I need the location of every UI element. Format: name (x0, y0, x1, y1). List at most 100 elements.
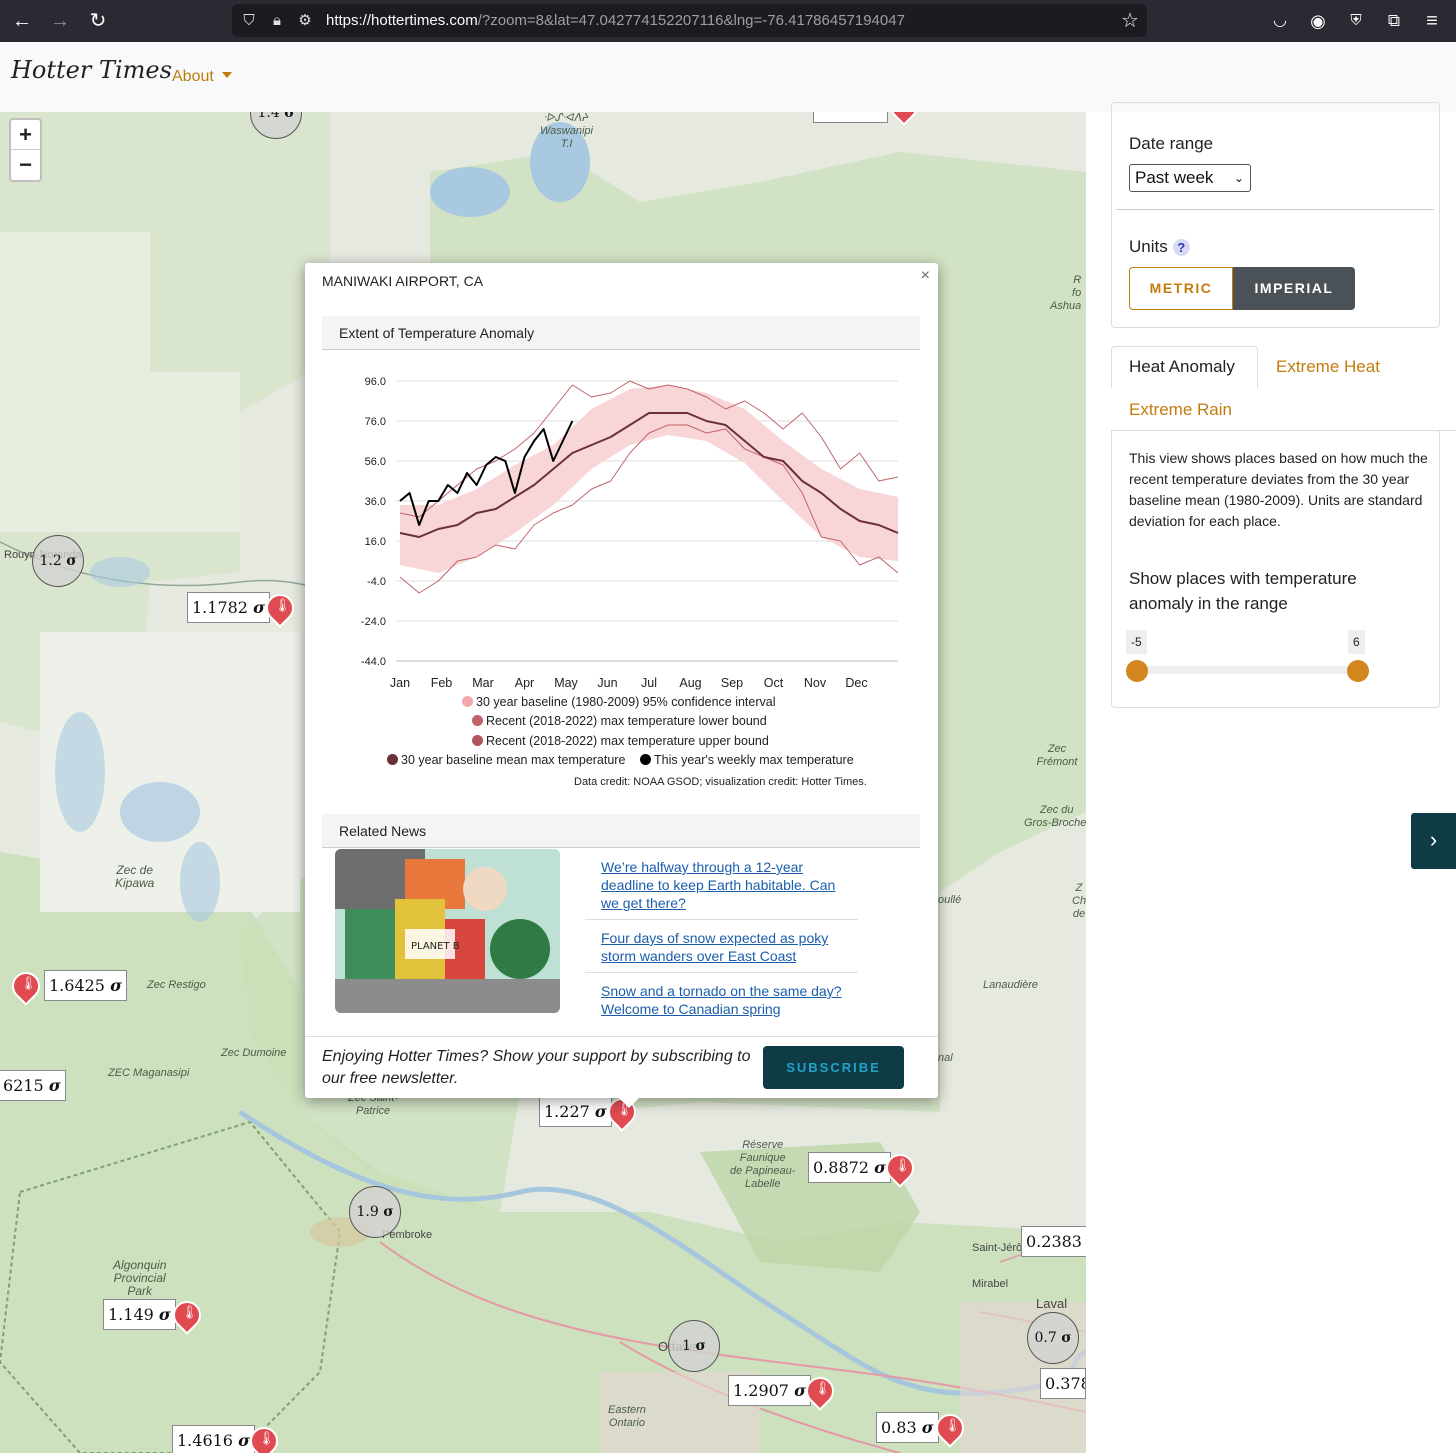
url-host: https://hottertimes.com (326, 12, 478, 29)
sigma-symbol: σ (383, 1204, 394, 1220)
lock-icon[interactable]: 🔒︎ (268, 12, 286, 30)
news-link-1[interactable]: We’re halfway through a 12-year deadline… (601, 858, 851, 912)
x-tick-label: Jun (597, 676, 617, 690)
map-label-oulle: oullé (938, 894, 962, 906)
marker-label[interactable]: 1.6425 σ (44, 970, 127, 1001)
newsletter-text: Enjoying Hotter Times? Show your support… (322, 1048, 751, 1087)
tab-extreme-heat[interactable]: Extreme Heat (1276, 357, 1380, 377)
marker-label[interactable]: 0.8872 σ (808, 1152, 891, 1183)
cluster-marker[interactable]: 1 σ (668, 1320, 720, 1372)
range-max-handle[interactable] (1347, 660, 1369, 682)
legend-ci-dot (462, 696, 473, 707)
about-label: About (172, 68, 214, 85)
reload-icon[interactable]: ↻ (86, 9, 110, 33)
cluster-marker[interactable]: 1.2 σ (32, 535, 84, 587)
divider (1116, 209, 1434, 210)
cluster-marker[interactable]: 1.9 σ (349, 1186, 401, 1238)
svg-text:PLANET B: PLANET B (411, 941, 460, 952)
popup-tip (618, 1097, 640, 1108)
chevron-down-icon: ⌄ (1233, 171, 1244, 185)
marker-label[interactable]: 1.2907 σ (728, 1375, 811, 1406)
map-label-ashua: R fo Ashua (1050, 274, 1082, 312)
chart-credit: Data credit: NOAA GSOD; visualization cr… (574, 776, 867, 788)
map-label-lanaudiere: Lanaudière (983, 979, 1039, 991)
range-max-tooltip: 6 (1348, 630, 1365, 654)
news-link-3[interactable]: Snow and a tornado on the same day? Welc… (601, 982, 851, 1018)
range-slider-track[interactable] (1136, 666, 1358, 674)
shield-icon[interactable]: ⛉ (240, 12, 258, 30)
zoom-in-button[interactable]: + (11, 120, 40, 150)
caret-down-icon (221, 72, 232, 78)
date-range-select[interactable]: Past week ⌄ (1129, 164, 1251, 192)
marker-label[interactable]: 0.83 σ (876, 1412, 939, 1443)
chart-series (399, 380, 899, 594)
station-popup: MANIWAKI AIRPORT, CA × Extent of Tempera… (305, 263, 938, 1108)
range-min-handle[interactable] (1126, 660, 1148, 682)
bookmark-star-icon[interactable]: ☆ (1118, 9, 1142, 33)
chart-section-header: Extent of Temperature Anomaly (322, 316, 920, 350)
map-label-gros-brochet: Zec du Gros-Brochet (1024, 804, 1086, 829)
forward-icon[interactable]: → (48, 9, 72, 33)
imperial-button[interactable]: IMPERIAL (1233, 267, 1355, 310)
cluster-marker[interactable]: 0.7 σ (1027, 1312, 1079, 1364)
map-label-kipawa: Zec de Kipawa (115, 863, 155, 890)
permissions-icon[interactable]: ⚙ (296, 12, 314, 30)
sigma-symbol: σ (695, 1338, 706, 1354)
x-tick-label: Jul (641, 676, 657, 690)
map-label-fremont: Zec Frémont (1036, 743, 1078, 768)
help-icon[interactable]: ? (1172, 239, 1190, 256)
legend-lower-label: Recent (2018-2022) max temperature lower… (486, 714, 767, 728)
menu-icon[interactable]: ≡ (1420, 9, 1444, 33)
marker-label[interactable] (813, 112, 888, 123)
y-tick-label: -44.0 (361, 656, 386, 668)
y-tick-label: 36.0 (365, 496, 386, 508)
x-tick-label: May (554, 676, 578, 690)
marker-label[interactable]: 0.378 (1040, 1368, 1086, 1399)
tab-extreme-rain[interactable]: Extreme Rain (1129, 400, 1232, 420)
metric-button[interactable]: METRIC (1129, 267, 1233, 310)
account-icon[interactable]: ◉ (1306, 9, 1330, 33)
x-tick-label: Mar (472, 676, 494, 690)
tab-heat-anomaly[interactable]: Heat Anomaly (1111, 346, 1258, 388)
about-menu[interactable]: About (172, 68, 232, 86)
sigma-symbol: σ (238, 1431, 250, 1450)
map-label-mirabel: Mirabel (972, 1278, 1009, 1290)
url-bar[interactable]: ⛉ 🔒︎ ⚙ https://hottertimes.com/?zoom=8&l… (232, 4, 1147, 37)
news-divider (585, 972, 858, 973)
cluster-value: 1 (682, 1338, 692, 1354)
marker-label[interactable]: 6215 σ (0, 1070, 66, 1101)
legend-upper-label: Recent (2018-2022) max temperature upper… (486, 734, 769, 748)
marker-label[interactable]: 1.1782 σ (187, 592, 270, 623)
map-label-nal: nal (938, 1052, 953, 1064)
ublock-icon[interactable]: ⛨ (1344, 9, 1368, 33)
x-axis-ticks: Jan Feb Mar Apr May Jun Jul Aug Sep Oct Nov Dec (390, 676, 868, 690)
zoom-out-button[interactable]: − (11, 150, 40, 180)
range-min-tooltip: -5 (1126, 630, 1147, 654)
back-icon[interactable]: ← (10, 9, 34, 33)
subscribe-button[interactable]: SUBSCRIBE (763, 1046, 904, 1089)
news-illustration[interactable]: PLANET B (335, 849, 560, 1013)
map-label-dumoine: Zec Dumoine (221, 1047, 287, 1059)
sidebar: Date range Past week ⌄ Units? METRIC IMPE… (1086, 102, 1456, 1453)
sidebar-toggle-button[interactable]: › (1411, 813, 1456, 869)
y-tick-label: -24.0 (361, 616, 386, 628)
x-tick-label: Dec (845, 676, 867, 690)
map-label-eastern-ontario: Eastern Ontario (608, 1404, 646, 1429)
site-logo[interactable]: Hotter Times (11, 56, 172, 84)
close-icon[interactable]: × (921, 267, 930, 285)
marker-value: 6215 (3, 1076, 44, 1095)
sigma-symbol: σ (110, 976, 122, 995)
marker-value: 1.6425 (49, 976, 105, 995)
marker-label[interactable]: 0.2383 (1021, 1226, 1086, 1257)
news-link-2[interactable]: Four days of snow expected as poky storm… (601, 929, 851, 965)
map-label-maganasipi: ZEC Maganasipi (108, 1067, 190, 1079)
units-label-row: Units? (1129, 237, 1190, 257)
marker-label[interactable]: 1.149 σ (103, 1299, 176, 1330)
zoom-control: + − (9, 118, 42, 182)
marker-label[interactable]: 1.4616 σ (172, 1425, 255, 1453)
cluster-value: 1.4 (257, 112, 280, 121)
y-tick-label: 96.0 (365, 376, 386, 388)
extensions-icon[interactable]: ⧉ (1382, 9, 1406, 33)
pocket-icon[interactable]: ◡ (1268, 9, 1292, 33)
marker-label[interactable]: 1.227 σ (539, 1096, 612, 1127)
